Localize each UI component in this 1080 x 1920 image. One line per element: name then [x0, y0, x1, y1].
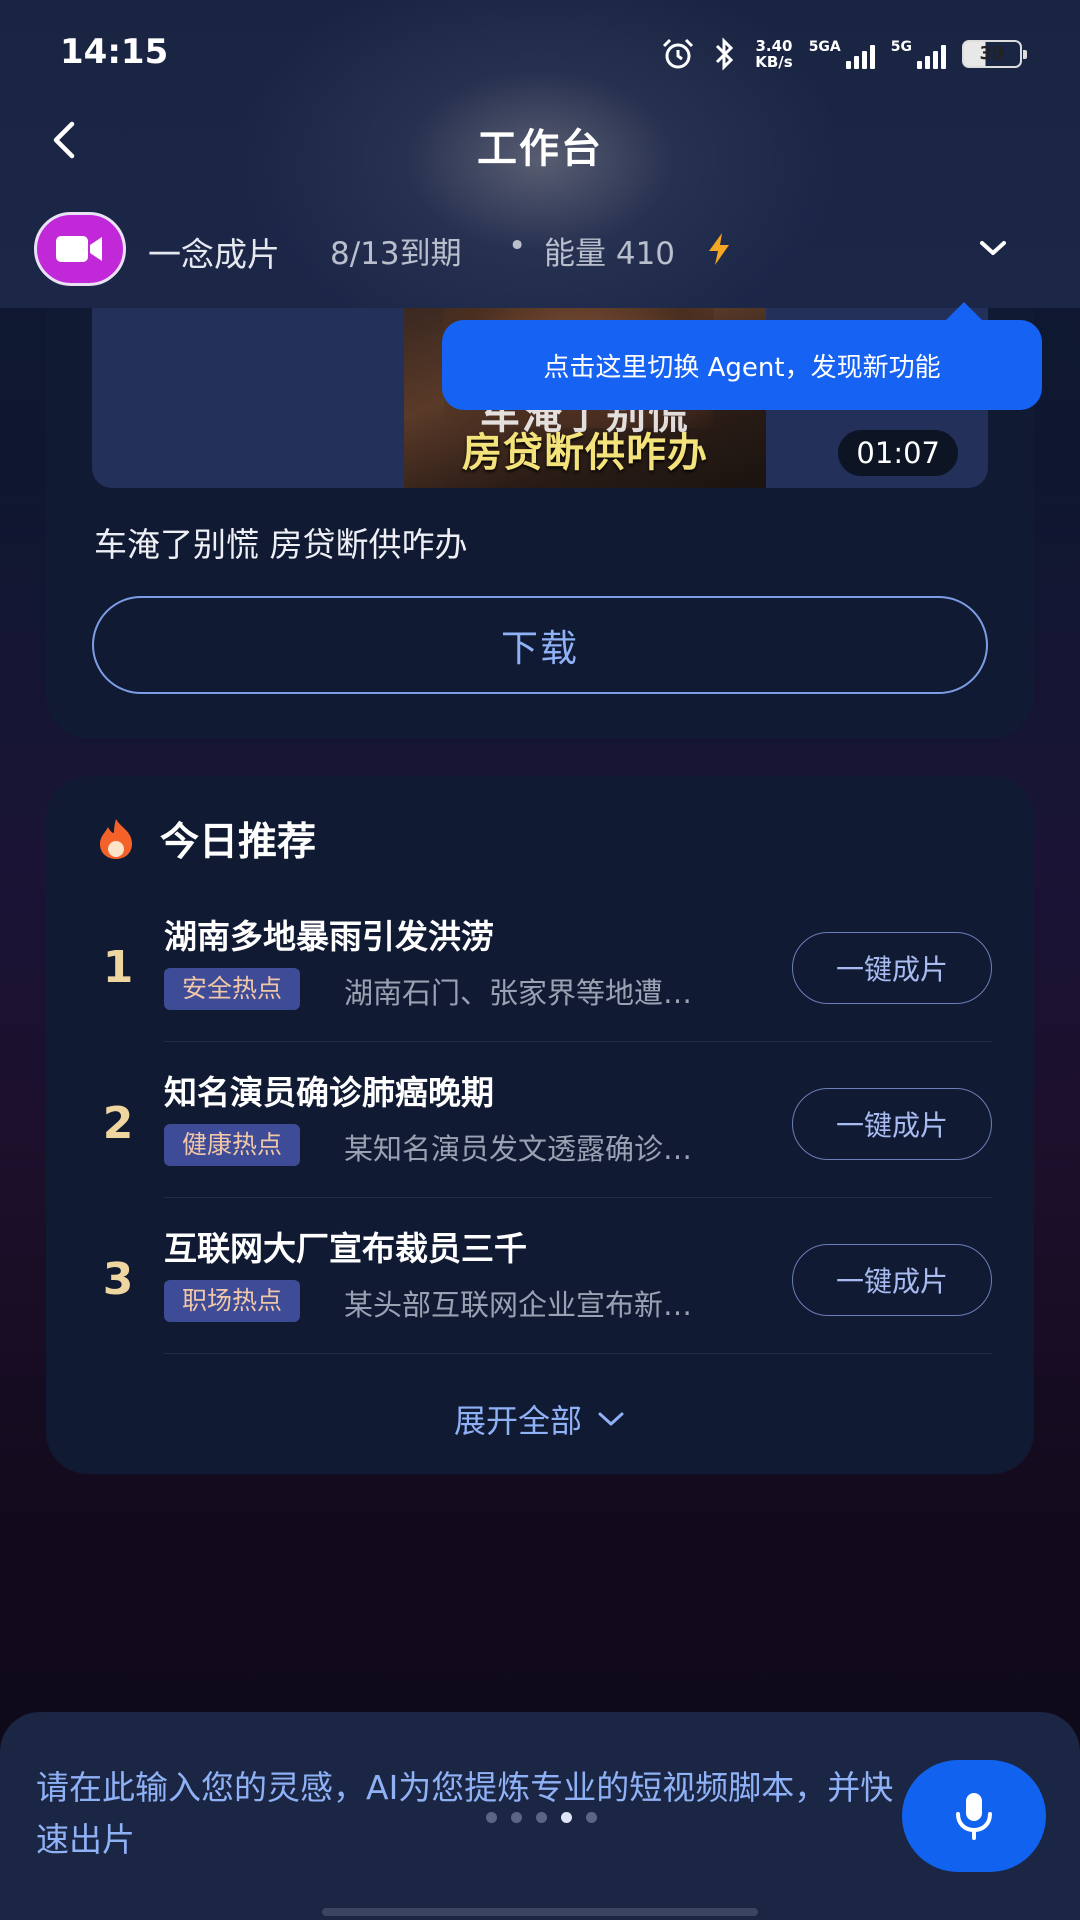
chevron-down-icon[interactable] [976, 234, 1010, 262]
signal-5g-label: 5G [890, 39, 912, 55]
bluetooth-icon [716, 37, 734, 71]
topic-tag: 健康热点 [164, 1124, 301, 1166]
network-speed-unit: KB/s [755, 53, 793, 71]
topic-title: 湖南多地暴雨引发洪涝 [164, 917, 494, 956]
page-dot [511, 1812, 522, 1823]
video-duration: 01:07 [838, 430, 958, 476]
one-click-create-button[interactable]: 一键成片 [792, 1244, 992, 1316]
expand-all-label: 展开全部 [453, 1402, 582, 1440]
signal-5ga-label: 5GA [808, 39, 841, 55]
list-item[interactable]: 3 互联网大厂宣布裁员三千 职场热点 某头部互联网企业宣布新… 一键成片 [46, 1198, 1034, 1354]
one-click-create-button[interactable]: 一键成片 [792, 1088, 992, 1160]
topic-description: 某头部互联网企业宣布新… [344, 1288, 693, 1322]
one-click-create-button[interactable]: 一键成片 [792, 932, 992, 1004]
status-bar: 14:15 3.40 KB/s 5GA 5G 39 [0, 0, 1080, 100]
agent-separator: • [508, 228, 527, 264]
chevron-down-icon [598, 1412, 624, 1426]
rank-number: 1 [102, 942, 134, 993]
signal-5ga-icon: 5GA [809, 39, 875, 69]
rank-number: 3 [102, 1254, 134, 1305]
status-time: 14:15 [60, 32, 169, 72]
divider [164, 1353, 992, 1354]
agent-expiry: 8/13到期 [330, 236, 462, 272]
page-indicator [486, 1812, 597, 1823]
agent-selector[interactable]: 一念成片 8/13到期 • 能量 410 [34, 212, 1046, 288]
video-title: 车淹了别慌 房贷断供咋办 [94, 525, 468, 564]
page-dot [486, 1812, 497, 1823]
page-dot-active [561, 1812, 572, 1823]
agent-name: 一念成片 [148, 235, 280, 274]
network-speed-value: 3.40 [755, 37, 793, 55]
topic-tag: 职场热点 [164, 1280, 301, 1322]
page-dot [586, 1812, 597, 1823]
list-item[interactable]: 1 湖南多地暴雨引发洪涝 安全热点 湖南石门、张家界等地遭… 一键成片 [46, 886, 1034, 1042]
list-item[interactable]: 2 知名演员确诊肺癌晚期 健康热点 某知名演员发文透露确诊… 一键成片 [46, 1042, 1034, 1198]
prompt-input[interactable]: 请在此输入您的灵感，AI为您提炼专业的短视频脚本，并快速出片 [36, 1762, 896, 1866]
agent-energy: 能量 410 [544, 236, 676, 272]
header: 14:15 3.40 KB/s 5GA 5G 39 工作台 一念成片 8/13到… [0, 0, 1080, 308]
recommendation-header: 今日推荐 [94, 814, 317, 865]
topic-title: 互联网大厂宣布裁员三千 [164, 1229, 527, 1268]
rank-number: 2 [102, 1098, 134, 1149]
topic-description: 湖南石门、张家界等地遭… [344, 976, 693, 1010]
alarm-icon [663, 38, 694, 69]
fire-icon [100, 819, 132, 859]
topic-description: 某知名演员发文透露确诊… [344, 1132, 693, 1166]
microphone-button[interactable] [902, 1760, 1046, 1872]
microphone-icon [956, 1793, 992, 1840]
page-dot [536, 1812, 547, 1823]
video-camera-icon[interactable] [34, 212, 126, 286]
network-speed: 3.40 KB/s [755, 38, 792, 70]
agent-switch-tooltip[interactable]: 点击这里切换 Agent，发现新功能 [442, 302, 1042, 410]
download-button[interactable]: 下载 [92, 596, 988, 694]
page-title: 工作台 [477, 126, 603, 172]
recommendation-card: 今日推荐 1 湖南多地暴雨引发洪涝 安全热点 湖南石门、张家界等地遭… 一键成片… [46, 776, 1034, 1474]
signal-5g-icon: 5G [891, 39, 946, 69]
status-icons: 3.40 KB/s 5GA 5G 39 [661, 34, 1027, 74]
recommendation-title: 今日推荐 [160, 820, 317, 865]
thumbnail-caption-bottom: 房贷断供咋办 [462, 430, 708, 476]
topic-tag: 安全热点 [164, 968, 301, 1010]
prompt-input-panel: 请在此输入您的灵感，AI为您提炼专业的短视频脚本，并快速出片 [0, 1712, 1080, 1920]
expand-all-button[interactable]: 展开全部 [46, 1396, 1034, 1442]
home-indicator[interactable] [322, 1908, 758, 1916]
battery-icon: 39 [962, 40, 1027, 68]
lightning-icon [709, 233, 729, 265]
topic-title: 知名演员确诊肺癌晚期 [164, 1073, 494, 1112]
